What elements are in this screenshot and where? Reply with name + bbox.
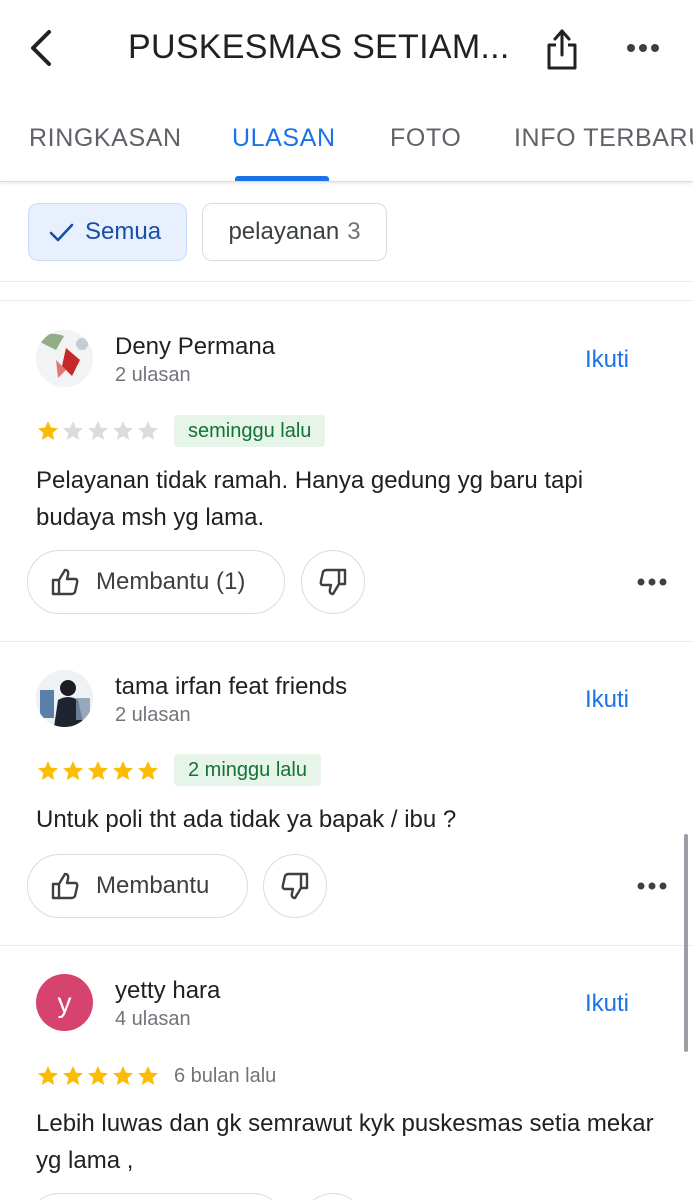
- reviewer-review-count: 2 ulasan: [115, 364, 191, 386]
- review-time-badge: 2 minggu lalu: [174, 754, 321, 786]
- more-options-button[interactable]: [620, 30, 666, 66]
- review-card: tama irfan feat friends 2 ulasan Ikuti 2…: [0, 641, 693, 945]
- star-empty-icon: [86, 419, 110, 443]
- more-horizontal-icon: [637, 882, 667, 890]
- tab-foto[interactable]: FOTO: [390, 124, 461, 153]
- review-text: Lebih luwas dan gk semrawut kyk puskesma…: [36, 1110, 654, 1174]
- filter-chip-tag-label: pelayanan: [228, 218, 340, 245]
- chevron-left-icon: [31, 30, 51, 66]
- star-filled-icon: [36, 419, 60, 443]
- review-more-button[interactable]: [632, 570, 672, 594]
- tab-bar: RINGKASAN ULASAN FOTO INFO TERBARU: [0, 100, 693, 182]
- active-tab-indicator: [235, 176, 329, 181]
- star-filled-icon: [136, 759, 160, 783]
- page-title: PUSKESMAS SETIAM...: [128, 28, 508, 66]
- filter-chip-all-label: Semua: [85, 218, 162, 245]
- follow-button[interactable]: Ikuti: [585, 990, 629, 1018]
- more-horizontal-icon: [627, 44, 659, 52]
- filter-chip-pelayanan[interactable]: pelayanan 3: [202, 203, 387, 261]
- helpful-label: Membantu: [96, 872, 210, 899]
- avatar-photo-icon: [36, 330, 93, 387]
- filter-chip-tag-count: 3: [347, 218, 361, 245]
- share-icon: [547, 29, 577, 70]
- star-rating: [36, 1064, 160, 1088]
- back-button[interactable]: [22, 26, 58, 70]
- reviewer-name[interactable]: yetty hara: [115, 977, 220, 1005]
- star-filled-icon: [111, 1064, 135, 1088]
- star-filled-icon: [86, 1064, 110, 1088]
- star-empty-icon: [111, 419, 135, 443]
- filter-chip-all[interactable]: Semua: [28, 203, 187, 261]
- review-text: Pelayanan tidak ramah. Hanya gedung yg b…: [36, 467, 584, 531]
- helpful-label: Membantu (1): [96, 568, 246, 595]
- review-card: y yetty hara 4 ulasan Ikuti 6 bulan lalu…: [0, 945, 693, 1200]
- reviewer-name[interactable]: Deny Permana: [115, 333, 275, 361]
- top-app-bar: PUSKESMAS SETIAM...: [0, 0, 693, 100]
- star-filled-icon: [36, 1064, 60, 1088]
- helpful-button[interactable]: Membantu: [27, 854, 248, 918]
- star-filled-icon: [61, 759, 85, 783]
- tab-ulasan[interactable]: ULASAN: [232, 124, 336, 153]
- helpful-button[interactable]: Membantu (1): [27, 550, 285, 614]
- scrollbar[interactable]: [684, 834, 688, 1052]
- not-helpful-button[interactable]: [301, 1193, 365, 1200]
- share-button[interactable]: [540, 24, 584, 74]
- star-filled-icon: [136, 1064, 160, 1088]
- star-rating: [36, 759, 160, 783]
- avatar-letter: y: [57, 986, 72, 1018]
- thumbs-up-icon: [51, 568, 79, 596]
- review-time-badge: seminggu lalu: [174, 415, 326, 447]
- star-filled-icon: [36, 759, 60, 783]
- review-more-button[interactable]: [632, 874, 672, 898]
- star-empty-icon: [61, 419, 85, 443]
- avatar[interactable]: [36, 670, 93, 727]
- thumbs-up-icon: [51, 872, 79, 900]
- star-empty-icon: [136, 419, 160, 443]
- tab-info-terbaru[interactable]: INFO TERBARU: [514, 124, 693, 153]
- review-text: Untuk poli tht ada tidak ya bapak / ibu …: [36, 806, 457, 833]
- star-filled-icon: [86, 759, 110, 783]
- helpful-button[interactable]: [27, 1193, 285, 1200]
- star-filled-icon: [111, 759, 135, 783]
- review-card: Deny Permana 2 ulasan Ikuti seminggu lal…: [0, 300, 693, 641]
- avatar[interactable]: y: [36, 974, 93, 1031]
- not-helpful-button[interactable]: [301, 550, 365, 614]
- more-horizontal-icon: [637, 578, 667, 586]
- review-time-badge: 6 bulan lalu: [174, 1064, 277, 1087]
- follow-button[interactable]: Ikuti: [585, 346, 629, 374]
- reviewer-review-count: 2 ulasan: [115, 704, 191, 726]
- reviewer-review-count: 4 ulasan: [115, 1008, 191, 1030]
- check-icon: [49, 223, 74, 242]
- tab-ringkasan[interactable]: RINGKASAN: [29, 124, 182, 153]
- star-rating: [36, 419, 160, 443]
- thumbs-down-icon: [319, 568, 347, 596]
- avatar[interactable]: [36, 330, 93, 387]
- thumbs-down-icon: [281, 872, 309, 900]
- avatar-photo-icon: [36, 670, 93, 727]
- filter-chips: Semua pelayanan 3: [0, 182, 693, 282]
- reviewer-name[interactable]: tama irfan feat friends: [115, 673, 347, 701]
- star-filled-icon: [61, 1064, 85, 1088]
- not-helpful-button[interactable]: [263, 854, 327, 918]
- follow-button[interactable]: Ikuti: [585, 686, 629, 714]
